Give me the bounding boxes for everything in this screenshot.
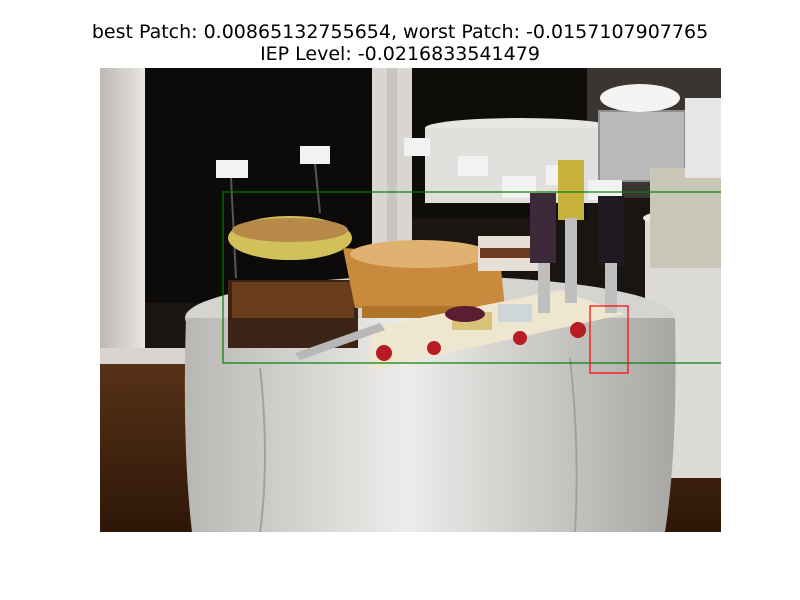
image-axes <box>100 68 726 533</box>
photo-canvas <box>100 68 726 533</box>
figure-title-line-2: IEP Level: -0.0216833541479 <box>260 43 540 65</box>
figure-title-line-1: best Patch: 0.00865132755654, worst Patc… <box>91 21 709 43</box>
